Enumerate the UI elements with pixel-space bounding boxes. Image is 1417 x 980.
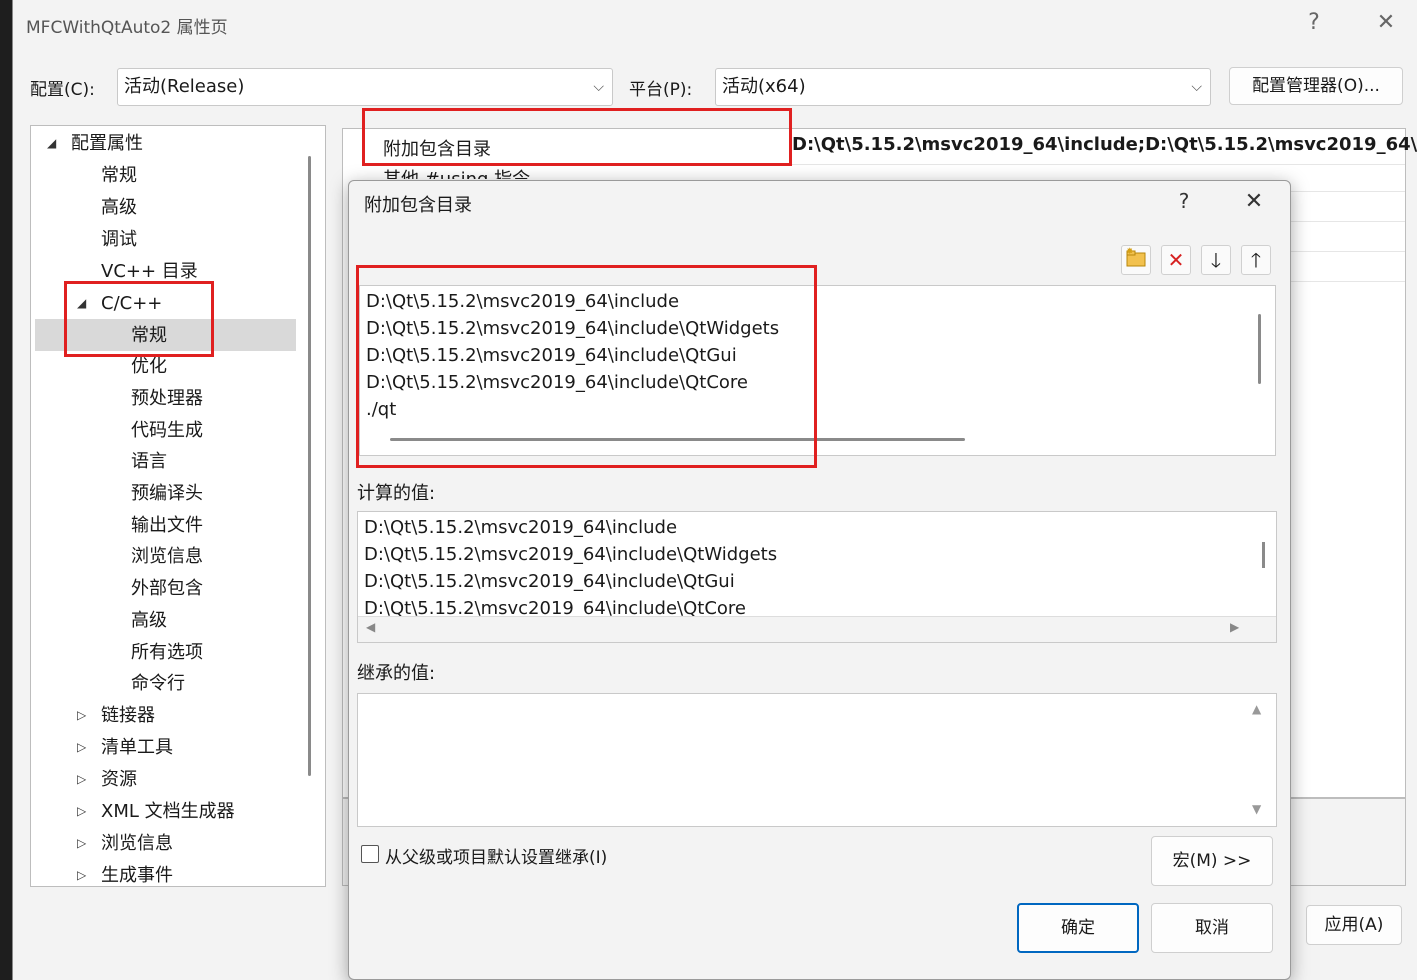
arrow-up-icon[interactable]: 🡑 xyxy=(1241,245,1271,275)
tree-item[interactable]: XML 文档生成器 xyxy=(101,800,235,824)
close-button[interactable]: ✕ xyxy=(1372,10,1400,35)
tree-item[interactable]: 常规 xyxy=(101,164,137,188)
tree-item[interactable]: 代码生成 xyxy=(131,419,203,443)
arrow-down-icon[interactable]: 🡓 xyxy=(1201,245,1231,275)
grid-line xyxy=(1289,191,1405,192)
tree-item[interactable]: 链接器 xyxy=(101,704,155,728)
delete-icon[interactable]: ✕ xyxy=(1161,245,1191,275)
tree-item[interactable]: 清单工具 xyxy=(101,736,173,760)
dialog-close-button[interactable]: ✕ xyxy=(1239,189,1269,214)
scroll-up-icon[interactable]: ▲ xyxy=(1252,702,1261,716)
inherited-list: ▲ ▼ xyxy=(357,693,1277,827)
expand-caret-icon[interactable]: ▷ xyxy=(77,772,86,786)
dialog-help-button[interactable]: ? xyxy=(1169,189,1199,213)
list-item: D:\Qt\5.15.2\msvc2019_64\include xyxy=(364,517,678,538)
highlight-box xyxy=(356,265,817,468)
tree-item[interactable]: 高级 xyxy=(131,609,167,633)
list-item: D:\Qt\5.15.2\msvc2019_64\include\QtWidge… xyxy=(364,544,778,565)
h-scrollbar[interactable]: ◀ ▶ xyxy=(358,616,1276,642)
config-manager-button[interactable]: 配置管理器(O)... xyxy=(1229,67,1403,105)
platform-value: 活动(x64) xyxy=(722,76,806,97)
expand-caret-icon[interactable]: ▷ xyxy=(77,868,86,882)
platform-dropdown[interactable]: 活动(x64) ⌵ xyxy=(715,68,1211,106)
expand-caret-icon[interactable]: ▷ xyxy=(77,740,86,754)
scroll-down-icon[interactable]: ▼ xyxy=(1252,802,1261,816)
scroll-right-icon[interactable]: ▶ xyxy=(1230,620,1239,634)
tree-item[interactable]: 调试 xyxy=(101,228,137,252)
tree-item[interactable]: 浏览信息 xyxy=(101,832,173,856)
tree-item[interactable]: 外部包含 xyxy=(131,577,203,601)
property-value: D:\Qt\5.15.2\msvc2019_64\include;D:\Qt\5… xyxy=(792,134,1417,155)
tree-item[interactable]: 命令行 xyxy=(131,672,185,696)
tree-item[interactable]: 生成事件 xyxy=(101,864,173,888)
highlight-box xyxy=(64,281,214,357)
tree-scrollbar[interactable] xyxy=(308,156,311,776)
tree-item[interactable]: 资源 xyxy=(101,768,137,792)
tree-item[interactable]: 预编译头 xyxy=(131,482,203,506)
grid-line xyxy=(1289,281,1405,282)
chevron-down-icon: ⌵ xyxy=(593,79,604,95)
computed-label: 计算的值: xyxy=(357,483,436,504)
list-item: D:\Qt\5.15.2\msvc2019_64\include\QtGui xyxy=(364,571,735,592)
tree-item[interactable]: 预处理器 xyxy=(131,387,203,411)
v-scrollbar[interactable] xyxy=(1258,314,1261,384)
help-button[interactable]: ? xyxy=(1300,10,1328,35)
tree-item[interactable]: 配置属性 xyxy=(71,132,143,156)
v-scrollbar[interactable] xyxy=(1262,542,1265,568)
tree-item[interactable]: 高级 xyxy=(101,196,137,220)
computed-list: D:\Qt\5.15.2\msvc2019_64\include D:\Qt\5.… xyxy=(357,511,1277,643)
platform-label: 平台(P): xyxy=(629,80,693,100)
chevron-down-icon: ⌵ xyxy=(1191,79,1202,95)
property-tree: 配置属性 ◢ 常规 高级 调试 VC++ 目录 C/C++ ◢ 常规 优化 预处理器 代码生成 语言 预编… xyxy=(30,125,326,887)
tree-item[interactable]: 优化 xyxy=(131,355,167,379)
apply-button[interactable]: 应用(A) xyxy=(1306,905,1402,945)
ok-button[interactable]: 确定 xyxy=(1017,903,1139,953)
tree-item[interactable]: 所有选项 xyxy=(131,641,203,665)
expand-caret-icon[interactable]: ▷ xyxy=(77,804,86,818)
scroll-left-icon[interactable]: ◀ xyxy=(366,620,375,634)
cancel-button[interactable]: 取消 xyxy=(1151,903,1273,953)
tree-item[interactable]: 浏览信息 xyxy=(131,545,203,569)
dialog-title: 附加包含目录 xyxy=(364,195,472,216)
config-label: 配置(C): xyxy=(30,80,95,100)
config-dropdown[interactable]: 活动(Release) ⌵ xyxy=(117,68,613,106)
tree-item[interactable]: 语言 xyxy=(131,450,167,474)
inherit-checkbox[interactable] xyxy=(361,845,379,863)
tree-item[interactable]: 输出文件 xyxy=(131,514,203,538)
grid-line xyxy=(1289,221,1405,222)
expand-caret-icon[interactable]: ▷ xyxy=(77,836,86,850)
new-folder-icon[interactable]: ✸ xyxy=(1121,245,1151,275)
property-name: 其他 #using 指令 xyxy=(383,165,530,179)
collapse-caret-icon[interactable]: ◢ xyxy=(47,136,56,150)
highlight-box xyxy=(362,108,792,166)
inherit-checkbox-label: 从父级或项目默认设置继承(I) xyxy=(385,848,608,868)
macro-button[interactable]: 宏(M) >> xyxy=(1151,836,1273,886)
grid-line xyxy=(1289,251,1405,252)
svg-text:✸: ✸ xyxy=(1126,247,1134,257)
inherited-label: 继承的值: xyxy=(357,663,436,684)
window-title: MFCWithQtAuto2 属性页 xyxy=(26,18,228,38)
config-value: 活动(Release) xyxy=(124,76,245,97)
expand-caret-icon[interactable]: ▷ xyxy=(77,708,86,722)
